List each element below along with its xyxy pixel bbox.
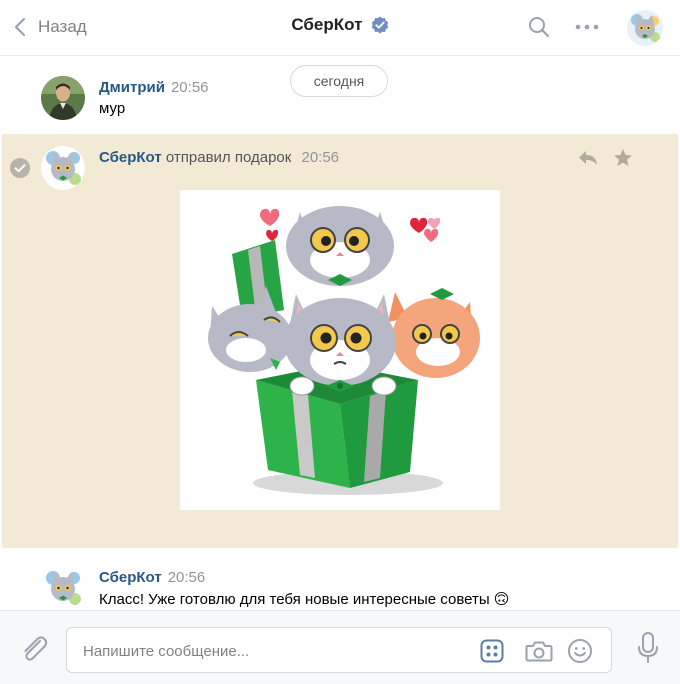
message-action: отправил подарок: [165, 149, 292, 166]
user-avatar-image: [41, 76, 85, 120]
gift-message[interactable]: СберКот отправил подарок 20:56: [2, 134, 678, 548]
smile-icon[interactable]: [567, 638, 593, 664]
reply-icon[interactable]: [576, 148, 600, 168]
message-author[interactable]: СберКот: [99, 149, 162, 166]
avatar[interactable]: [41, 76, 85, 120]
verified-icon: [371, 16, 388, 34]
chat-header: Назад СберКот: [0, 0, 680, 56]
apps-icon[interactable]: [480, 639, 504, 663]
composer: [0, 610, 680, 684]
message-author[interactable]: СберКот: [99, 569, 162, 586]
sbercat-avatar-image: [41, 566, 85, 610]
mic-icon[interactable]: [636, 631, 660, 665]
camera-icon[interactable]: [525, 639, 553, 663]
avatar[interactable]: [41, 566, 85, 610]
message-input-box: [66, 627, 612, 673]
message-item: СберКот 20:56 Класс! Уже готовлю для тебя…: [0, 566, 680, 612]
chat-title[interactable]: СберКот: [291, 15, 362, 34]
message-time: 20:56: [167, 569, 206, 586]
gift-sticker-image: [208, 206, 480, 495]
attach-icon[interactable]: [18, 633, 48, 663]
message-item: Дмитрий 20:56 мур: [0, 76, 680, 126]
message-time: 20:56: [301, 149, 340, 166]
message-text: мур: [99, 100, 126, 117]
sbercat-avatar-image: [41, 146, 85, 190]
message-body: СберКот отправил подарок 20:56: [99, 149, 339, 166]
message-body: СберКот 20:56 Класс! Уже готовлю для тебя…: [99, 569, 509, 608]
message-time: 20:56: [170, 79, 209, 96]
star-icon[interactable]: [612, 147, 634, 169]
selected-check-icon[interactable]: [10, 158, 30, 178]
message-author[interactable]: Дмитрий: [99, 79, 165, 96]
search-icon[interactable]: [527, 15, 551, 39]
avatar[interactable]: [41, 146, 85, 190]
message-text: Класс! Уже готовлю для тебя новые интере…: [99, 591, 510, 608]
message-input[interactable]: [83, 640, 463, 662]
sbercat-avatar-image: [627, 10, 663, 46]
chat-avatar[interactable]: [627, 10, 663, 46]
more-icon[interactable]: [573, 18, 601, 36]
message-body: Дмитрий 20:56 мур: [99, 79, 209, 117]
gift-sticker[interactable]: [180, 190, 500, 510]
